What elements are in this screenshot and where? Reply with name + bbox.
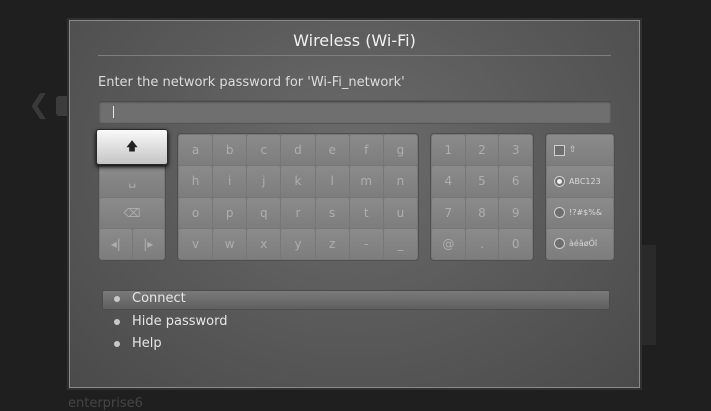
caps-lock-toggle[interactable]: ⇧	[547, 135, 613, 166]
background-list-item: enterprise6	[68, 396, 143, 411]
number-keys: 1 2 3 4 5 6 7 8 9 @ . 0	[430, 133, 534, 261]
bullet-icon	[114, 340, 120, 347]
cursor-left-key[interactable]: ◂|	[100, 228, 132, 259]
shift-icon: 🡅	[125, 138, 139, 153]
key[interactable]: 4	[432, 166, 465, 197]
key[interactable]: u	[383, 197, 417, 228]
key[interactable]: 1	[432, 135, 465, 166]
backspace-icon: ⌫	[123, 205, 141, 220]
checkbox-icon	[554, 144, 565, 156]
cursor-right-key[interactable]: |▸	[132, 228, 164, 259]
function-keys: 🡅 ␣ ⌫ ◂| |▸	[96, 129, 168, 261]
help-label: Help	[132, 336, 162, 351]
mode-abc123[interactable]: ABC123	[547, 166, 613, 197]
key[interactable]: a	[179, 135, 213, 166]
mode-label: ABC123	[569, 176, 601, 186]
radio-icon	[554, 238, 565, 250]
key[interactable]: e	[315, 135, 349, 166]
radio-selected-icon	[554, 175, 565, 187]
key[interactable]: z	[315, 228, 349, 259]
key[interactable]: n	[383, 166, 417, 197]
key[interactable]: .	[465, 228, 499, 259]
space-icon: ␣	[128, 174, 136, 189]
key[interactable]: 7	[432, 197, 465, 228]
key[interactable]: l	[315, 166, 349, 197]
key[interactable]: t	[349, 197, 383, 228]
bullet-icon	[114, 295, 120, 302]
key[interactable]: j	[247, 166, 281, 197]
key[interactable]: h	[179, 166, 213, 197]
key[interactable]: _	[383, 228, 417, 259]
dialog-title: Wireless (Wi-Fi)	[293, 31, 416, 50]
space-key[interactable]: ␣	[100, 166, 164, 197]
key[interactable]: 3	[499, 135, 532, 166]
key[interactable]: p	[213, 197, 247, 228]
mode-symbols[interactable]: !?#$%&	[547, 197, 613, 228]
mode-label: !?#$%&	[569, 208, 603, 218]
radio-icon	[554, 207, 565, 219]
key[interactable]: @	[432, 228, 465, 259]
key[interactable]: m	[349, 166, 383, 197]
backspace-key[interactable]: ⌫	[100, 197, 164, 228]
key[interactable]: k	[281, 166, 315, 197]
key[interactable]: 8	[465, 197, 499, 228]
text-cursor	[113, 106, 114, 118]
key[interactable]: 6	[499, 166, 532, 197]
bullet-icon	[114, 318, 120, 325]
mode-label: àéâøÖî	[569, 239, 598, 249]
key[interactable]: r	[281, 197, 315, 228]
key[interactable]: i	[213, 166, 247, 197]
key[interactable]: o	[179, 197, 213, 228]
key[interactable]: 0	[499, 228, 532, 259]
shift-icon: ⇧	[569, 145, 577, 156]
key[interactable]: v	[179, 228, 213, 259]
shift-key[interactable]: 🡅	[96, 129, 168, 166]
key[interactable]: w	[213, 228, 247, 259]
password-input[interactable]	[98, 100, 612, 124]
key[interactable]: c	[247, 135, 281, 166]
cursor-left-icon: ◂|	[110, 236, 121, 251]
cursor-right-icon: |▸	[143, 236, 154, 251]
connect-label: Connect	[132, 291, 186, 306]
key[interactable]: s	[315, 197, 349, 228]
back-arrow-icon: ❮	[28, 90, 50, 120]
key[interactable]: d	[281, 135, 315, 166]
background-panel	[640, 245, 656, 345]
help-button[interactable]: Help	[114, 336, 162, 351]
key[interactable]: 5	[465, 166, 499, 197]
key[interactable]: g	[383, 135, 417, 166]
keyboard-mode-keys: ⇧ ABC123 !?#$%& àéâøÖî	[545, 133, 615, 261]
key[interactable]: b	[213, 135, 247, 166]
hide-password-button[interactable]: Hide password	[114, 314, 228, 329]
mode-accents[interactable]: àéâøÖî	[547, 228, 613, 259]
key[interactable]: f	[349, 135, 383, 166]
wifi-password-dialog: Wireless (Wi-Fi) Enter the network passw…	[69, 20, 640, 388]
key[interactable]: 2	[465, 135, 499, 166]
title-divider	[98, 55, 611, 56]
key[interactable]: 9	[499, 197, 532, 228]
key[interactable]: x	[247, 228, 281, 259]
password-prompt: Enter the network password for 'Wi-Fi_ne…	[98, 75, 405, 90]
key[interactable]: q	[247, 197, 281, 228]
letter-keys: a b c d e f g h i j k l m n o p q r s t …	[177, 133, 419, 261]
key[interactable]: y	[281, 228, 315, 259]
hide-password-label: Hide password	[132, 314, 228, 329]
connect-button[interactable]: Connect	[114, 291, 186, 306]
key[interactable]: -	[349, 228, 383, 259]
